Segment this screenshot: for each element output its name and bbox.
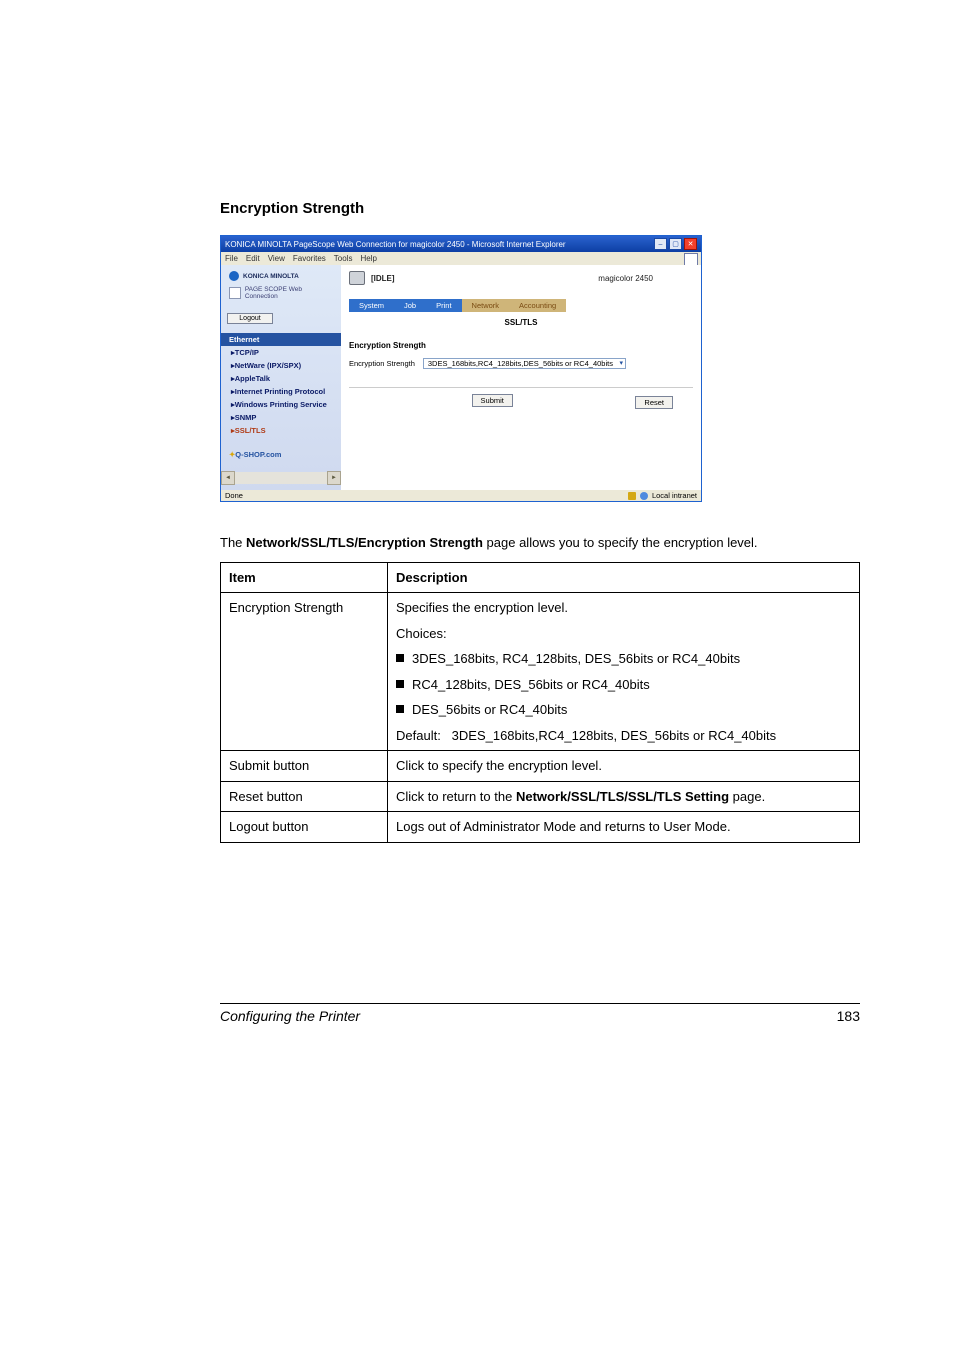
- sidebar-item-ssltls[interactable]: ▸SSL/TLS: [221, 424, 341, 437]
- page-footer: Configuring the Printer 183: [220, 1003, 860, 1024]
- brand-line2: PAGE SCOPE Web Connection: [245, 286, 335, 300]
- footer-page-number: 183: [837, 1008, 860, 1024]
- statusbar: Done Local intranet: [221, 490, 701, 501]
- table-row: Logout button Logs out of Administrator …: [221, 812, 860, 843]
- th-description: Description: [388, 562, 860, 593]
- reset-button[interactable]: Reset: [635, 396, 673, 409]
- brand-line1: KONICA MINOLTA: [243, 273, 299, 280]
- titlebar: KONICA MINOLTA PageScope Web Connection …: [221, 236, 701, 252]
- close-icon[interactable]: ✕: [684, 238, 697, 250]
- maximize-icon[interactable]: ▢: [669, 238, 682, 250]
- window-title: KONICA MINOLTA PageScope Web Connection …: [225, 240, 566, 249]
- default-label: Default:: [396, 728, 441, 743]
- choices-label: Choices:: [396, 625, 851, 643]
- model-label: magicolor 2450: [598, 274, 653, 283]
- sidebar-item-winprint[interactable]: ▸Windows Printing Service: [221, 398, 341, 411]
- cell-item: Reset button: [221, 781, 388, 812]
- sidebar-list: Ethernet ▸TCP/IP ▸NetWare (IPX/SPX) ▸App…: [221, 333, 341, 437]
- table-row: Reset button Click to return to the Netw…: [221, 781, 860, 812]
- status-idle: [IDLE]: [371, 274, 395, 283]
- default-value: 3DES_168bits,RC4_128bits, DES_56bits or …: [452, 728, 776, 743]
- encryption-dropdown[interactable]: 3DES_168bits,RC4_128bits,DES_56bits or R…: [423, 358, 626, 369]
- main-subtitle: SSL/TLS: [349, 318, 693, 327]
- desc-lead: Specifies the encryption level.: [396, 599, 851, 617]
- menu-favorites[interactable]: Favorites: [293, 254, 326, 263]
- cell-desc: Specifies the encryption level. Choices:…: [388, 593, 860, 751]
- intro-prefix: The: [220, 535, 246, 550]
- sidebar-header: Ethernet: [221, 333, 341, 346]
- minimize-icon[interactable]: –: [654, 238, 667, 250]
- status-zone: Local intranet: [652, 491, 697, 500]
- sidebar-item-tcpip[interactable]: ▸TCP/IP: [221, 346, 341, 359]
- choice-item: 3DES_168bits, RC4_128bits, DES_56bits or…: [396, 650, 851, 668]
- main-panel: [IDLE] magicolor 2450 System Job Print N…: [341, 265, 701, 490]
- scroll-track[interactable]: [235, 472, 327, 484]
- desc-strong: Network/SSL/TLS/SSL/TLS Setting: [516, 789, 729, 804]
- section-title: Encryption Strength: [220, 200, 860, 217]
- printer-icon: [349, 271, 365, 285]
- form-heading: Encryption Strength: [349, 341, 426, 350]
- browser-window: KONICA MINOLTA PageScope Web Connection …: [220, 235, 702, 502]
- desc-prefix: Click to return to the: [396, 789, 516, 804]
- menu-help[interactable]: Help: [360, 254, 376, 263]
- intro-text: The Network/SSL/TLS/Encryption Strength …: [220, 534, 860, 552]
- table-row: Submit button Click to specify the encry…: [221, 751, 860, 782]
- tab-system[interactable]: System: [349, 299, 394, 312]
- sidebar-item-appletalk[interactable]: ▸AppleTalk: [221, 372, 341, 385]
- sidebar-item-netware[interactable]: ▸NetWare (IPX/SPX): [221, 359, 341, 372]
- lock-icon: [628, 492, 636, 500]
- menubar: File Edit View Favorites Tools Help: [221, 252, 701, 265]
- tab-network[interactable]: Network: [462, 299, 510, 312]
- status-done: Done: [225, 491, 243, 500]
- menu-file[interactable]: File: [225, 254, 238, 263]
- sidebar-scrollbar[interactable]: ◄ ►: [221, 472, 341, 484]
- sidebar-item-ipp[interactable]: ▸Internet Printing Protocol: [221, 385, 341, 398]
- main-tabs: System Job Print Network Accounting: [349, 299, 693, 312]
- qshop-link[interactable]: ✦Q-SHOP.com: [229, 450, 335, 459]
- encryption-field-label: Encryption Strength: [349, 359, 415, 368]
- logout-button[interactable]: Logout: [227, 313, 273, 324]
- sidebar-item-snmp[interactable]: ▸SNMP: [221, 411, 341, 424]
- cell-item: Submit button: [221, 751, 388, 782]
- tab-job[interactable]: Job: [394, 299, 426, 312]
- choice-item: RC4_128bits, DES_56bits or RC4_40bits: [396, 676, 851, 694]
- intro-strong: Network/SSL/TLS/Encryption Strength: [246, 535, 483, 550]
- cell-desc: Click to return to the Network/SSL/TLS/S…: [388, 781, 860, 812]
- desc-suffix: page.: [729, 789, 765, 804]
- cell-item: Logout button: [221, 812, 388, 843]
- footer-left: Configuring the Printer: [220, 1008, 360, 1024]
- scroll-left-icon[interactable]: ◄: [221, 471, 235, 485]
- tab-print[interactable]: Print: [426, 299, 461, 312]
- menu-view[interactable]: View: [268, 254, 285, 263]
- cell-desc: Logs out of Administrator Mode and retur…: [388, 812, 860, 843]
- th-item: Item: [221, 562, 388, 593]
- cell-desc: Click to specify the encryption level.: [388, 751, 860, 782]
- description-table: Item Description Encryption Strength Spe…: [220, 562, 860, 843]
- scroll-right-icon[interactable]: ►: [327, 471, 341, 485]
- sidebar: KONICA MINOLTA PAGE SCOPE Web Connection…: [221, 265, 341, 490]
- intro-suffix: page allows you to specify the encryptio…: [483, 535, 758, 550]
- tab-accounting[interactable]: Accounting: [509, 299, 566, 312]
- pagescope-icon: [229, 287, 241, 299]
- choice-item: DES_56bits or RC4_40bits: [396, 701, 851, 719]
- qshop-label: Q-SHOP.com: [235, 450, 281, 459]
- table-row: Encryption Strength Specifies the encryp…: [221, 593, 860, 751]
- km-logo-icon: [229, 271, 239, 281]
- submit-button[interactable]: Submit: [472, 394, 513, 407]
- cell-item: Encryption Strength: [221, 593, 388, 751]
- menu-edit[interactable]: Edit: [246, 254, 260, 263]
- menu-tools[interactable]: Tools: [334, 254, 353, 263]
- globe-icon: [640, 492, 648, 500]
